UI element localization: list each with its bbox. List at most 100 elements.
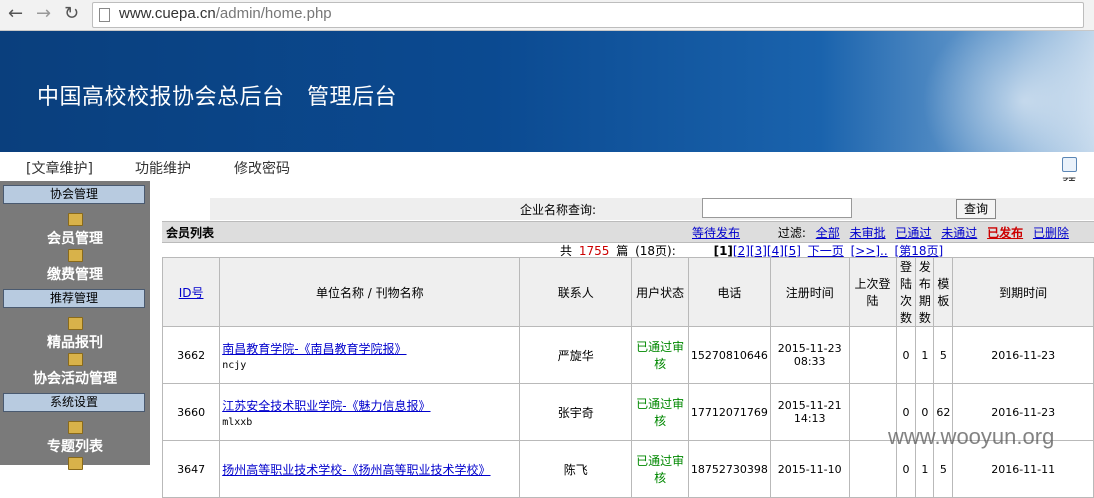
cell-phone: 17712071769	[687, 383, 771, 441]
cell-register-time: 2015-11-21 14:13	[769, 383, 850, 441]
search-bar: 企业名称查询: 查询	[210, 198, 1094, 220]
cell-contact: 严旋华	[519, 326, 633, 384]
pager-last[interactable]: [第18页]	[895, 244, 944, 258]
cell-phone: 18752730398	[687, 440, 771, 498]
sidebar-item-member-management[interactable]: 会员管理	[0, 213, 150, 248]
filter-all[interactable]: 全部	[816, 226, 840, 240]
cell-contact: 陈飞	[519, 440, 633, 498]
company-search-input[interactable]	[702, 198, 852, 218]
wait-publish-link[interactable]: 等待发布	[692, 226, 740, 240]
page-icon	[99, 8, 110, 22]
col-header-register-time: 注册时间	[769, 257, 850, 327]
folder-icon	[67, 249, 83, 262]
forward-arrow-icon[interactable]: →	[36, 4, 51, 24]
cell-register-time: 2015-11-23 08:33	[769, 326, 850, 384]
cell-id: 3662	[161, 326, 221, 384]
pager-more[interactable]: [>>]..	[851, 244, 888, 258]
browser-toolbar: ← → ↻ www.cuepa.cn/admin/home.php	[0, 0, 1094, 31]
cell-contact: 张宇奇	[519, 383, 633, 441]
col-header-expire: 到期时间	[952, 257, 1094, 327]
cell-phone: 15270810646	[687, 326, 771, 384]
filter-published[interactable]: 已发布	[987, 226, 1023, 240]
cell-unit-name: 南昌教育学院-《南昌教育学院报》 ncjy	[219, 326, 521, 384]
folder-icon	[67, 421, 83, 434]
cell-id: 3660	[161, 383, 221, 441]
sidebar-header-system[interactable]: 系统设置	[3, 393, 145, 412]
table-header-row: ID号 单位名称 / 刊物名称 联系人 用户状态 电话 注册时间 上次登陆 登陆…	[161, 257, 1094, 327]
list-title: 会员列表	[166, 226, 215, 240]
sidebar-item-activity-management[interactable]: 协会活动管理	[0, 353, 150, 388]
menu-article-maintenance[interactable]: [文章维护]	[26, 158, 93, 178]
sidebar-item-topic-list[interactable]: 专题列表	[0, 421, 150, 456]
col-header-phone: 电话	[687, 257, 771, 327]
member-list-bar: 会员列表 等待发布 过滤: 全部 未审批 已通过 未通过 已发布 已删除	[162, 221, 1094, 243]
pager-pages-info: (18页):	[635, 244, 676, 258]
cell-template: 5	[933, 326, 954, 384]
col-header-login-count: 登陆次数	[895, 257, 917, 327]
address-bar[interactable]: www.cuepa.cn/admin/home.php	[92, 2, 1084, 28]
watermark: www.wooyun.org	[888, 424, 1055, 449]
unit-abbr: mlxxb	[222, 416, 253, 428]
search-label: 企业名称查询:	[520, 203, 597, 217]
sidebar-item-quality-papers[interactable]: 精品报刊	[0, 317, 150, 352]
cell-issue-count: 1	[915, 326, 935, 384]
col-header-last-login: 上次登陆	[848, 257, 897, 327]
folder-icon	[67, 353, 83, 366]
menu-change-password[interactable]: 修改密码	[234, 158, 290, 178]
site-title: 中国高校校报协会总后台 管理后台	[37, 85, 397, 110]
cell-id: 3647	[161, 440, 221, 498]
col-header-status: 用户状态	[631, 257, 689, 327]
filter-label: 过滤:	[777, 226, 806, 240]
sidebar: 协会管理 会员管理 缴费管理 推荐管理 精品报刊 协会活动管理 系统设置 专题列…	[0, 181, 150, 470]
banner-decoration	[914, 31, 1094, 152]
cell-register-time: 2015-11-10	[769, 440, 850, 498]
menu-function-maintenance[interactable]: 功能维护	[135, 158, 191, 178]
filter-pending[interactable]: 未审批	[850, 226, 886, 240]
pager-current: [1]	[713, 244, 733, 258]
main-content: 企业名称查询: 查询 会员列表 等待发布 过滤: 全部 未审批 已通过 未通过 …	[150, 181, 1094, 498]
pager-page[interactable]: [4]	[767, 244, 784, 258]
unit-name-link[interactable]: 江苏安全技术职业学院-《魅力信息报》	[222, 399, 430, 413]
header-banner: 中国高校校报协会总后台 管理后台	[0, 31, 1094, 152]
filter-area: 等待发布 过滤: 全部 未审批 已通过 未通过 已发布 已删除	[692, 224, 1075, 241]
pager-page[interactable]: [3]	[750, 244, 767, 258]
folder-icon	[67, 457, 83, 470]
cell-login-count: 0	[895, 326, 917, 384]
pager-next[interactable]: 下一页	[808, 244, 844, 258]
back-arrow-icon[interactable]: ←	[8, 4, 23, 24]
filter-approved[interactable]: 已通过	[895, 226, 931, 240]
cell-unit-name: 江苏安全技术职业学院-《魅力信息报》 mlxxb	[219, 383, 521, 441]
col-header-name: 单位名称 / 刊物名称	[219, 257, 521, 327]
filter-rejected[interactable]: 未通过	[941, 226, 977, 240]
cell-last-login	[848, 326, 897, 384]
pager-page[interactable]: [5]	[784, 244, 801, 258]
address-url: www.cuepa.cn/admin/home.php	[119, 5, 332, 22]
col-header-issue-count: 发布期数	[915, 257, 935, 327]
col-header-template: 模板	[933, 257, 954, 327]
pager-total-suffix: 篇	[616, 244, 629, 258]
search-button[interactable]: 查询	[956, 199, 996, 219]
pager-page[interactable]: [2]	[733, 244, 750, 258]
cell-status: 已通过审核	[631, 326, 689, 384]
sidebar-item-fee-management[interactable]: 缴费管理	[0, 249, 150, 284]
folder-icon	[67, 317, 83, 330]
table-row: 3662 南昌教育学院-《南昌教育学院报》 ncjy 严旋华 已通过审核 1527…	[161, 326, 1094, 384]
cell-status: 已通过审核	[631, 440, 689, 498]
pager-total: 1755	[578, 244, 610, 258]
cell-status: 已通过审核	[631, 383, 689, 441]
preview-icon	[1062, 157, 1077, 172]
col-header-id[interactable]: ID号	[161, 257, 221, 327]
reload-icon[interactable]: ↻	[64, 4, 79, 24]
member-table: ID号 单位名称 / 刊物名称 联系人 用户状态 电话 注册时间 上次登陆 登陆…	[161, 257, 1094, 498]
sidebar-header-association[interactable]: 协会管理	[3, 185, 145, 204]
top-menu: [文章维护] 功能维护 修改密码 预	[0, 152, 1094, 193]
folder-icon	[67, 213, 83, 226]
pager-total-prefix: 共	[560, 244, 573, 258]
cell-expire: 2016-11-23	[952, 326, 1094, 384]
filter-deleted[interactable]: 已删除	[1033, 226, 1069, 240]
cell-unit-name: 扬州高等职业技术学校-《扬州高等职业技术学校》	[219, 440, 521, 498]
col-header-contact: 联系人	[519, 257, 633, 327]
unit-abbr: ncjy	[222, 359, 247, 371]
sidebar-header-recommend[interactable]: 推荐管理	[3, 289, 145, 308]
unit-name-link[interactable]: 南昌教育学院-《南昌教育学院报》	[222, 342, 406, 356]
